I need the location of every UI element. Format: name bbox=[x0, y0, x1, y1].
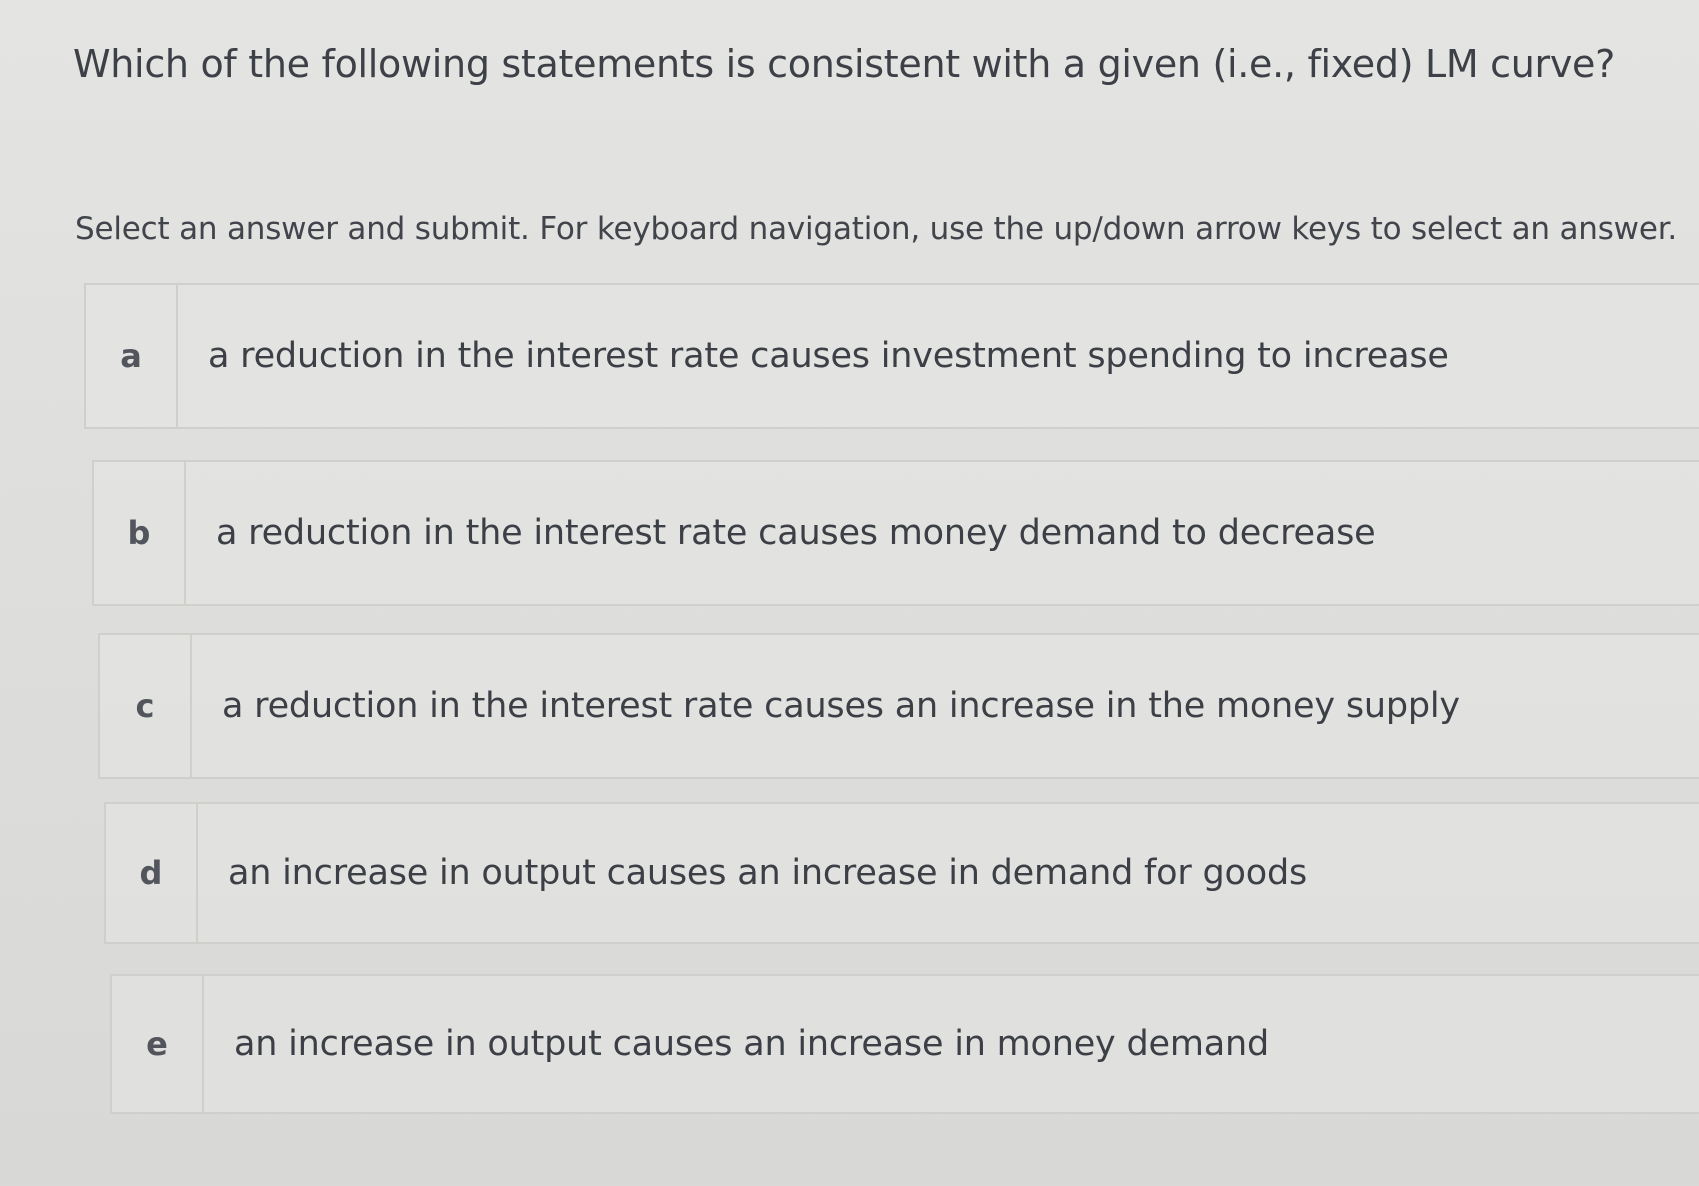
option-text-c: a reduction in the interest rate causes … bbox=[222, 686, 1460, 726]
option-text-b: a reduction in the interest rate causes … bbox=[216, 513, 1376, 553]
answer-option-c[interactable]: c a reduction in the interest rate cause… bbox=[98, 633, 1699, 779]
answer-option-d[interactable]: d an increase in output causes an increa… bbox=[104, 802, 1699, 944]
answer-option-e[interactable]: e an increase in output causes an increa… bbox=[110, 974, 1699, 1114]
option-letter-b: b bbox=[94, 462, 186, 604]
option-text-e: an increase in output causes an increase… bbox=[234, 1024, 1269, 1064]
answer-option-b[interactable]: b a reduction in the interest rate cause… bbox=[92, 460, 1699, 606]
option-letter-e: e bbox=[112, 976, 204, 1112]
option-text-a: a reduction in the interest rate causes … bbox=[208, 336, 1449, 376]
option-letter-d: d bbox=[106, 804, 198, 942]
option-letter-a: a bbox=[86, 285, 178, 427]
answer-options: a a reduction in the interest rate cause… bbox=[0, 0, 1699, 1186]
option-letter-c: c bbox=[100, 635, 192, 777]
option-text-d: an increase in output causes an increase… bbox=[228, 853, 1307, 893]
answer-option-a[interactable]: a a reduction in the interest rate cause… bbox=[84, 283, 1699, 429]
quiz-page: Which of the following statements is con… bbox=[0, 0, 1699, 1186]
